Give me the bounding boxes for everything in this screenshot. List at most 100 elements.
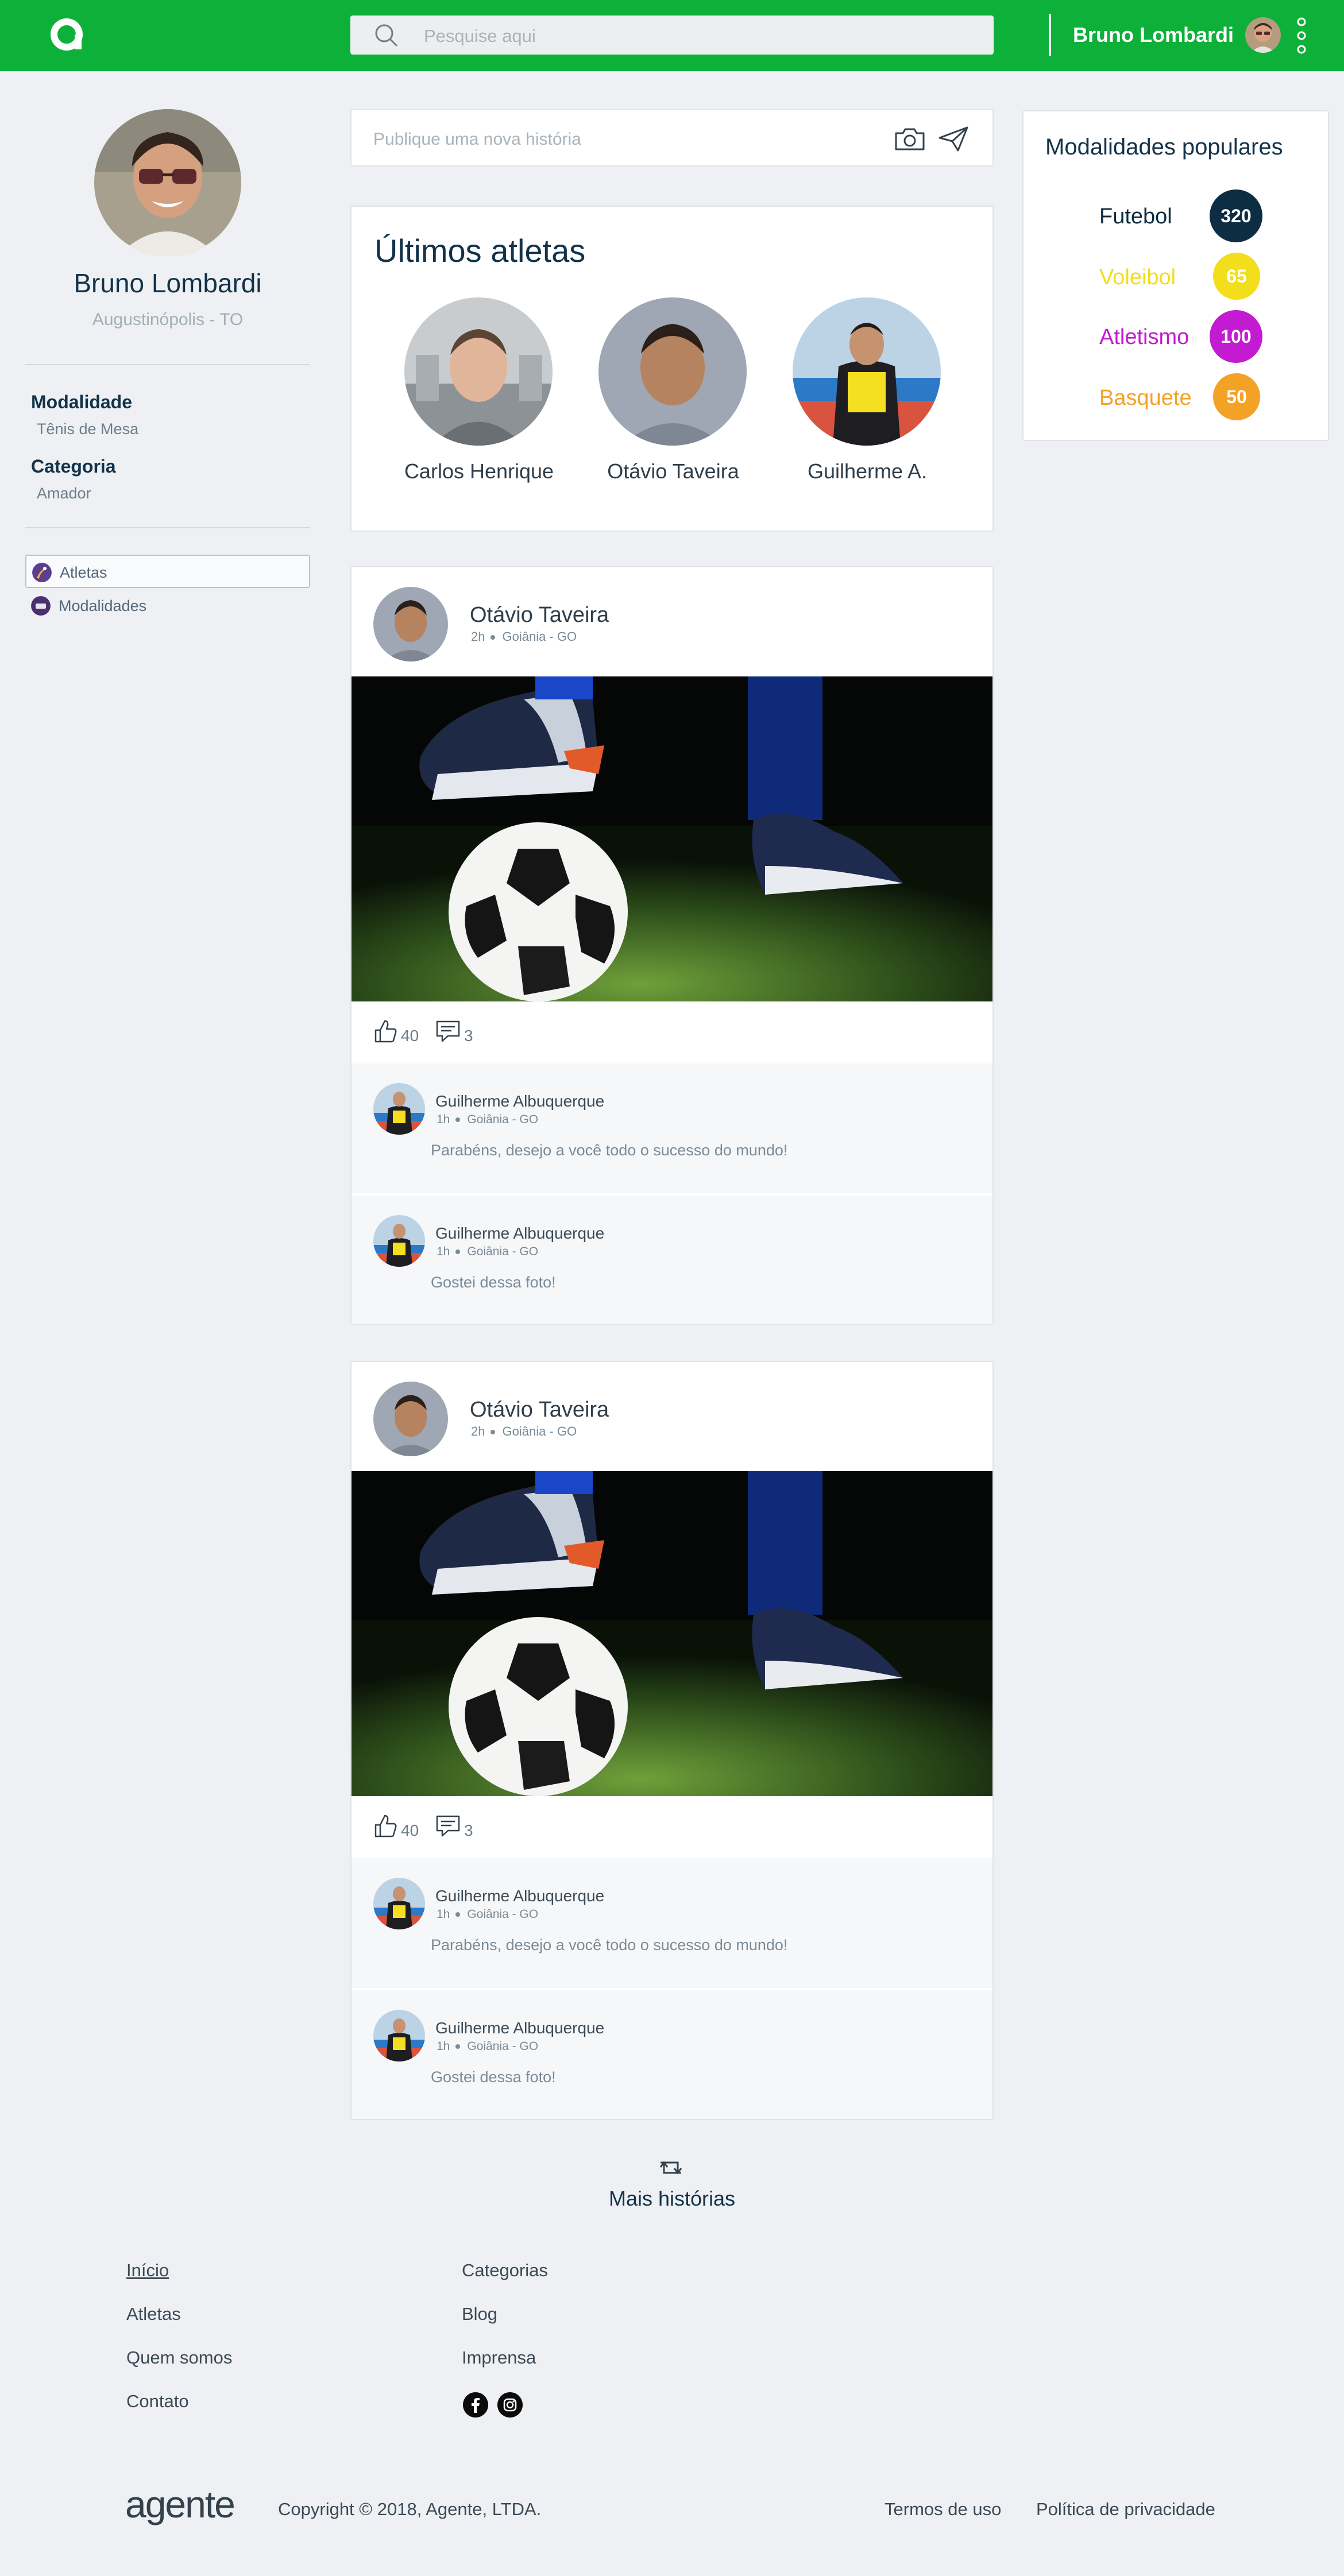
- category-value: Amador: [37, 485, 91, 502]
- meta-dot: [455, 1250, 461, 1255]
- post-author-name[interactable]: Otávio Taveira: [470, 603, 609, 628]
- footer-link-terms[interactable]: Termos de uso: [885, 2499, 1001, 2520]
- instagram-icon[interactable]: [497, 2392, 523, 2418]
- header-user-name[interactable]: Bruno Lombardi: [1073, 23, 1234, 47]
- comment-time: 1h: [437, 1113, 450, 1126]
- refresh-icon[interactable]: [656, 2155, 686, 2181]
- facebook-icon[interactable]: [463, 2392, 488, 2418]
- sidebar-item-modalidades[interactable]: Modalidades: [25, 589, 310, 622]
- footer-logo[interactable]: agente: [125, 2488, 257, 2527]
- post-card: Otávio Taveira 2h Goiânia - GO 40 3 Guil…: [350, 566, 994, 1325]
- popular-item-name[interactable]: Futebol: [1099, 204, 1172, 229]
- more-stories-button[interactable]: Mais histórias: [0, 2187, 1344, 2211]
- popular-item-count: 320: [1210, 189, 1262, 242]
- logo-icon[interactable]: [49, 17, 84, 52]
- popular-item-name[interactable]: Voleibol: [1099, 265, 1176, 290]
- popular-item[interactable]: Basquete 50: [1024, 371, 1328, 424]
- comment-count: 3: [464, 1821, 473, 1839]
- post-location: Goiânia - GO: [502, 629, 577, 644]
- footer-link-quem-somos[interactable]: Quem somos: [126, 2347, 232, 2368]
- thumbs-up-icon[interactable]: [373, 1813, 397, 1839]
- post-photo[interactable]: [352, 1471, 992, 1796]
- comment-author[interactable]: Guilherme Albuquerque: [435, 1092, 604, 1111]
- footer-link-contato[interactable]: Contato: [126, 2391, 189, 2412]
- athlete-avatar[interactable]: [404, 297, 553, 446]
- meta-dot: [455, 2044, 461, 2049]
- compose-input[interactable]: Publique uma nova história: [373, 130, 581, 149]
- latest-athletes-title: Últimos atletas: [374, 233, 586, 269]
- footer-link-imprensa[interactable]: Imprensa: [462, 2347, 536, 2368]
- send-icon[interactable]: [937, 125, 970, 153]
- athlete-avatar[interactable]: [598, 297, 747, 446]
- comment-text: Parabéns, desejo a você todo o sucesso d…: [431, 1142, 788, 1159]
- comment-author[interactable]: Guilherme Albuquerque: [435, 1224, 604, 1243]
- post-meta: 2h Goiânia - GO: [471, 629, 577, 644]
- modality-label: Modalidade: [31, 392, 133, 412]
- comment-author[interactable]: Guilherme Albuquerque: [435, 1887, 604, 1905]
- comment-avatar[interactable]: [373, 1215, 425, 1267]
- footer-link-privacy[interactable]: Política de privacidade: [1036, 2499, 1215, 2520]
- search-input[interactable]: Pesquise aqui: [424, 26, 536, 47]
- nav-divider: [25, 527, 310, 528]
- comment-author[interactable]: Guilherme Albuquerque: [435, 2019, 604, 2037]
- comment-icon[interactable]: [435, 1020, 461, 1043]
- footer-link-categorias[interactable]: Categorias: [462, 2260, 548, 2281]
- popular-item[interactable]: Atletismo 100: [1024, 310, 1328, 363]
- post-author-avatar[interactable]: [373, 1382, 448, 1456]
- post-photo[interactable]: [352, 676, 992, 1001]
- comment-time: 1h: [437, 1908, 450, 1921]
- post-author-name[interactable]: Otávio Taveira: [470, 1398, 609, 1422]
- meta-dot: [455, 1117, 461, 1123]
- sidebar-item-label: Atletas: [60, 564, 107, 581]
- post-meta: 2h Goiânia - GO: [471, 1424, 577, 1439]
- footer-logo-text: agente: [125, 2488, 234, 2525]
- comment-avatar[interactable]: [373, 1083, 425, 1135]
- more-vertical-icon[interactable]: [1296, 17, 1307, 54]
- comment-time: 1h: [437, 2040, 450, 2053]
- athlete-name[interactable]: Otávio Taveira: [576, 459, 771, 484]
- category-label: Categoria: [31, 456, 116, 477]
- comment-meta: 1h Goiânia - GO: [437, 2040, 538, 2053]
- profile-divider: [25, 364, 310, 365]
- popular-item-count: 100: [1210, 310, 1262, 363]
- meta-dot: [491, 1430, 496, 1435]
- thumbs-up-icon[interactable]: [373, 1019, 397, 1044]
- popular-modalities-card: Modalidades populares Futebol 320 Voleib…: [1022, 110, 1329, 441]
- comment-avatar[interactable]: [373, 1878, 425, 1929]
- popular-item-name[interactable]: Basquete: [1099, 386, 1192, 411]
- post-actions: 40 3: [373, 1813, 603, 1842]
- profile-name: Bruno Lombardi: [74, 268, 262, 298]
- copyright-text: Copyright © 2018, Agente, LTDA.: [278, 2499, 542, 2519]
- athlete-name[interactable]: Guilherme A.: [770, 459, 965, 484]
- comment-location: Goiânia - GO: [467, 1113, 539, 1126]
- header-avatar[interactable]: [1245, 17, 1281, 53]
- search-bar[interactable]: Pesquise aqui: [350, 16, 994, 55]
- camera-icon[interactable]: [894, 126, 926, 152]
- sidebar-item-atletas[interactable]: Atletas: [25, 555, 310, 588]
- profile-city: Augustinópolis - TO: [92, 310, 244, 329]
- comment-item: Guilherme Albuquerque 1h Goiânia - GO Gos…: [352, 1194, 992, 1324]
- footer-link-blog[interactable]: Blog: [462, 2304, 497, 2324]
- comment-location: Goiânia - GO: [467, 2040, 539, 2053]
- comment-location: Goiânia - GO: [467, 1245, 539, 1258]
- athlete-avatar[interactable]: [793, 297, 941, 446]
- popular-item-name[interactable]: Atletismo: [1099, 325, 1189, 350]
- post-author-avatar[interactable]: [373, 587, 448, 662]
- comment-location: Goiânia - GO: [467, 1908, 539, 1921]
- athlete-name[interactable]: Carlos Henrique: [381, 459, 577, 484]
- meta-dot: [455, 1912, 461, 1917]
- comment-avatar[interactable]: [373, 2010, 425, 2061]
- popular-item-count: 65: [1213, 253, 1260, 300]
- popular-item[interactable]: Voleibol 65: [1024, 250, 1328, 303]
- profile-avatar[interactable]: [94, 109, 241, 256]
- footer-link-atletas[interactable]: Atletas: [126, 2304, 181, 2324]
- comment-time: 1h: [437, 1245, 450, 1258]
- comment-text: Gostei dessa foto!: [431, 1274, 556, 1291]
- meta-dot: [491, 635, 496, 640]
- popular-item[interactable]: Futebol 320: [1024, 189, 1328, 242]
- top-bar: Pesquise aqui Bruno Lombardi: [0, 0, 1344, 71]
- footer-link-inicio[interactable]: Início: [126, 2260, 169, 2281]
- comment-icon[interactable]: [435, 1815, 461, 1838]
- latest-athletes-card: Últimos atletas Carlos Henrique Otávio T…: [350, 206, 994, 532]
- comment-item: Guilherme Albuquerque 1h Goiânia - GO Par…: [352, 1063, 992, 1193]
